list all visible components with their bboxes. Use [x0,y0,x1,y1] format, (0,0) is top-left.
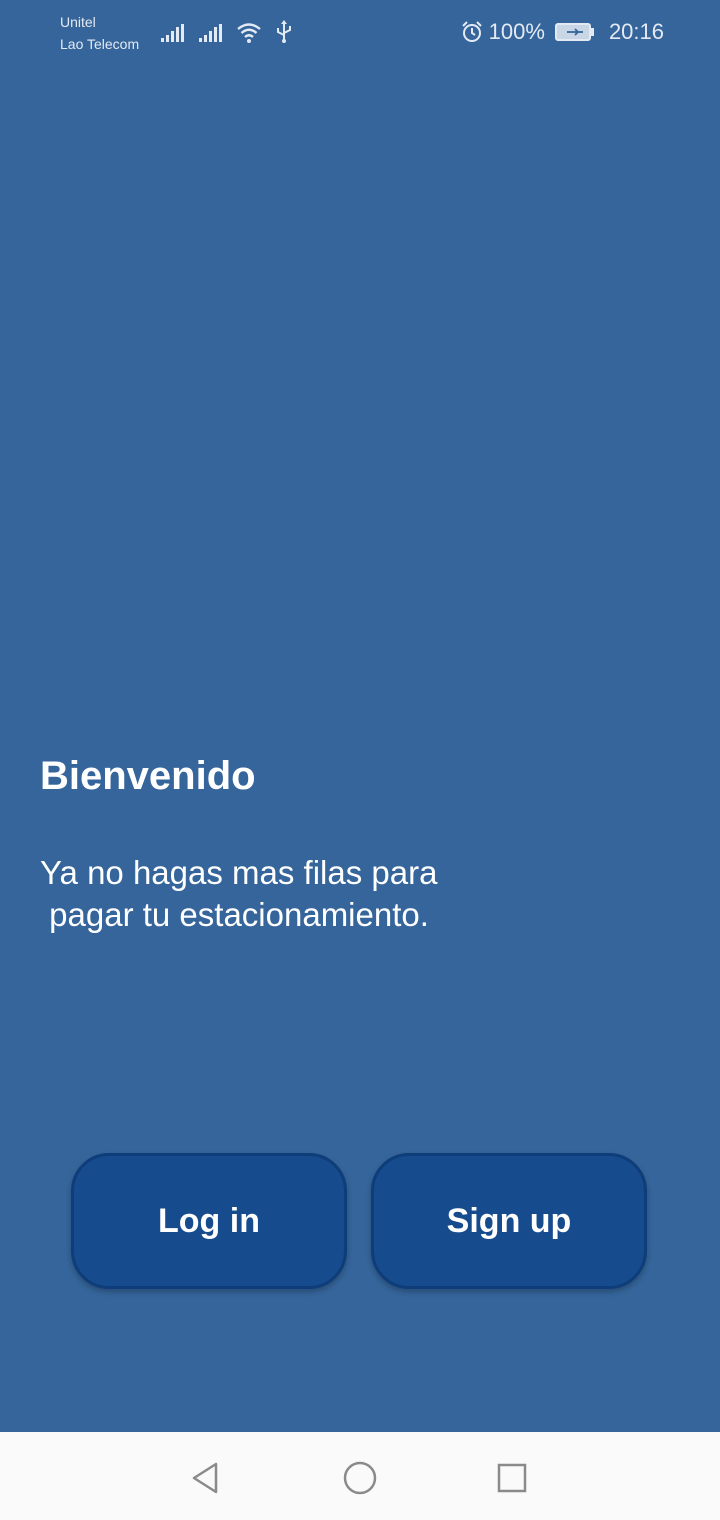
wifi-icon [236,22,262,44]
welcome-message: Ya no hagas mas filas para pagar tu esta… [40,852,437,936]
carrier-info: Unitel Lao Telecom [60,11,139,55]
battery-icon [554,22,595,42]
signup-button[interactable]: Sign up [371,1153,647,1289]
welcome-message-line-1: Ya no hagas mas filas para [40,854,438,891]
login-button[interactable]: Log in [71,1153,347,1289]
alarm-icon [461,21,483,43]
recent-apps-icon[interactable] [490,1456,534,1500]
carrier-1: Unitel [60,14,96,30]
back-icon[interactable] [184,1456,228,1500]
usb-icon [276,20,292,44]
carrier-2: Lao Telecom [60,36,140,52]
navigation-bar [0,1432,720,1520]
signal-icon [198,24,222,44]
battery-percent: 100% [488,19,545,44]
home-icon[interactable] [338,1456,382,1500]
clock: 20:16 [608,19,664,44]
status-bar: Unitel Lao Telecom 100% 20:16 [0,0,720,64]
status-icons-right: 100% 20:16 [461,16,664,48]
signal-icon [160,24,184,44]
welcome-screen: Unitel Lao Telecom 100% 20:16 Bienvenido… [0,0,720,1520]
welcome-message-line-2: pagar tu estacionamiento. [40,896,429,933]
welcome-title: Bienvenido [40,754,256,798]
status-icons-left [160,18,292,44]
